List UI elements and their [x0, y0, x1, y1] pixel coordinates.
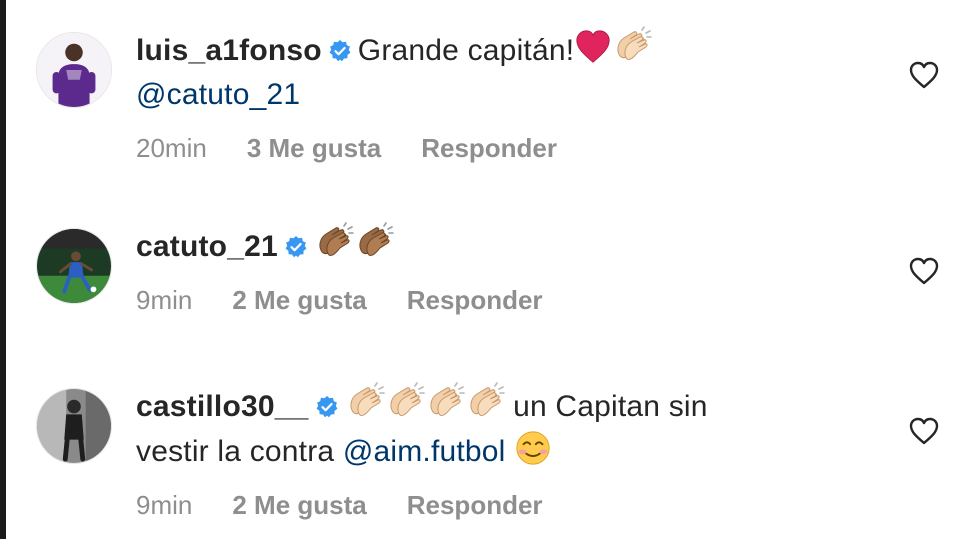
comment-message: Grande capitán! [357, 34, 575, 67]
smiling-face-icon [514, 429, 552, 467]
avatar[interactable] [36, 32, 112, 108]
avatar-image [37, 229, 111, 303]
username[interactable]: catuto_21 [136, 230, 278, 263]
comment-text-line-2: vestir la contra @aim.futbol [136, 429, 816, 474]
timestamp[interactable]: 20min [136, 133, 207, 164]
clapping-hands-icon [465, 382, 505, 422]
clapping-hands-icon [345, 382, 385, 422]
comment-meta: 20min 3 Me gusta Responder [136, 133, 816, 164]
username[interactable]: luis_a1fonso [136, 34, 322, 67]
avatar[interactable] [36, 228, 112, 304]
mention-link[interactable]: @catuto_21 [136, 78, 300, 111]
mention-link[interactable]: @aim.futbol [343, 435, 506, 468]
clapping-hands-icon [425, 382, 465, 422]
likes-count[interactable]: 2 Me gusta [232, 285, 366, 316]
username[interactable]: castillo30__ [136, 390, 309, 423]
comment-message: un Capitan sin [513, 390, 708, 423]
comment-text: castillo30__ un Capitan sin [136, 382, 816, 429]
timestamp[interactable]: 9min [136, 285, 192, 316]
likes-count[interactable]: 2 Me gusta [232, 490, 366, 521]
comment-message-continued: vestir la contra [136, 435, 335, 468]
timestamp[interactable]: 9min [136, 490, 192, 521]
comments-panel: luis_a1fonso Grande capitán! @catuto_21 2… [0, 0, 978, 539]
reply-button[interactable]: Responder [407, 490, 543, 521]
heart-outline-icon[interactable] [908, 60, 940, 90]
clapping-hands-icon [612, 26, 652, 66]
comment-meta: 9min 2 Me gusta Responder [136, 490, 816, 521]
avatar-image [37, 33, 111, 107]
likes-count[interactable]: 3 Me gusta [247, 133, 381, 164]
verified-badge-icon [328, 39, 352, 63]
verified-badge-icon [315, 395, 339, 419]
comment-body: castillo30__ un Capitan sin vestir la co… [136, 382, 816, 521]
reply-button[interactable]: Responder [407, 285, 543, 316]
red-heart-icon [574, 28, 612, 66]
avatar-image [37, 389, 111, 463]
clapping-hands-icon [314, 222, 354, 262]
comment-text: luis_a1fonso Grande capitán! [136, 26, 816, 73]
clapping-hands-icon [385, 382, 425, 422]
comment-body: catuto_21 9min 2 Me gusta Responder [136, 222, 816, 316]
reply-button[interactable]: Responder [421, 133, 557, 164]
clapping-hands-icon [354, 222, 394, 262]
comment-text-line-2: @catuto_21 [136, 73, 816, 117]
comment-text: catuto_21 [136, 222, 816, 269]
heart-outline-icon[interactable] [908, 256, 940, 286]
avatar[interactable] [36, 388, 112, 464]
verified-badge-icon [284, 235, 308, 259]
heart-outline-icon[interactable] [908, 416, 940, 446]
comment-body: luis_a1fonso Grande capitán! @catuto_21 2… [136, 26, 816, 164]
comment-meta: 9min 2 Me gusta Responder [136, 285, 816, 316]
